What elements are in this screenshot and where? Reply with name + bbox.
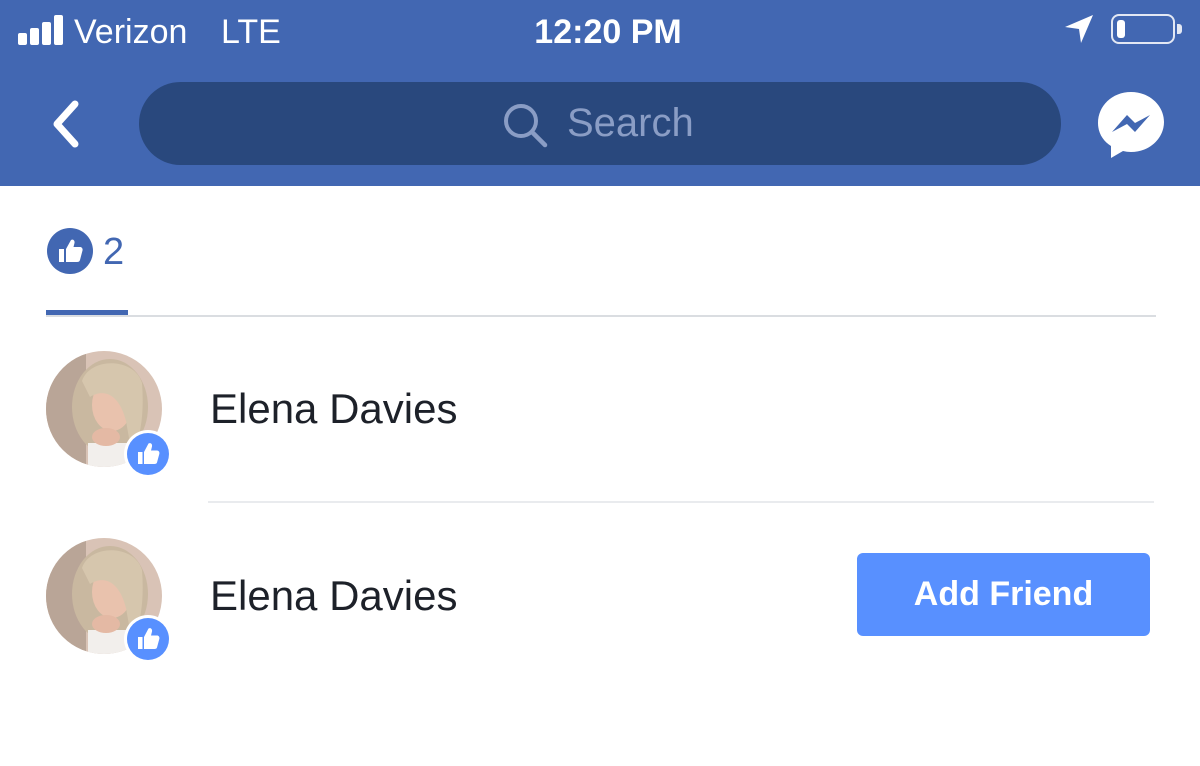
tab-divider [46,315,1156,317]
add-friend-button[interactable]: Add Friend [857,553,1150,636]
person-name[interactable]: Elena Davies [210,384,457,434]
status-time: 12:20 PM [534,13,682,51]
search-bar[interactable]: Search [139,82,1061,165]
like-badge-icon [124,430,172,478]
tab-likes[interactable]: 2 [46,228,128,316]
like-badge-icon [124,615,172,663]
row-divider [208,501,1154,503]
header: Verizon LTE 12:20 PM Search [0,0,1200,186]
like-icon [47,228,93,274]
search-input[interactable]: Search [567,100,694,146]
like-count: 2 [103,231,125,273]
messenger-icon [1098,92,1164,158]
person-name[interactable]: Elena Davies [210,571,457,621]
back-button[interactable] [45,98,91,150]
chevron-left-icon [53,100,79,148]
battery-icon [1111,14,1175,44]
battery-tip [1177,24,1182,34]
location-arrow-icon [1065,15,1093,43]
battery-level [1117,20,1125,38]
search-icon [504,104,548,148]
messenger-button[interactable] [1094,88,1168,162]
